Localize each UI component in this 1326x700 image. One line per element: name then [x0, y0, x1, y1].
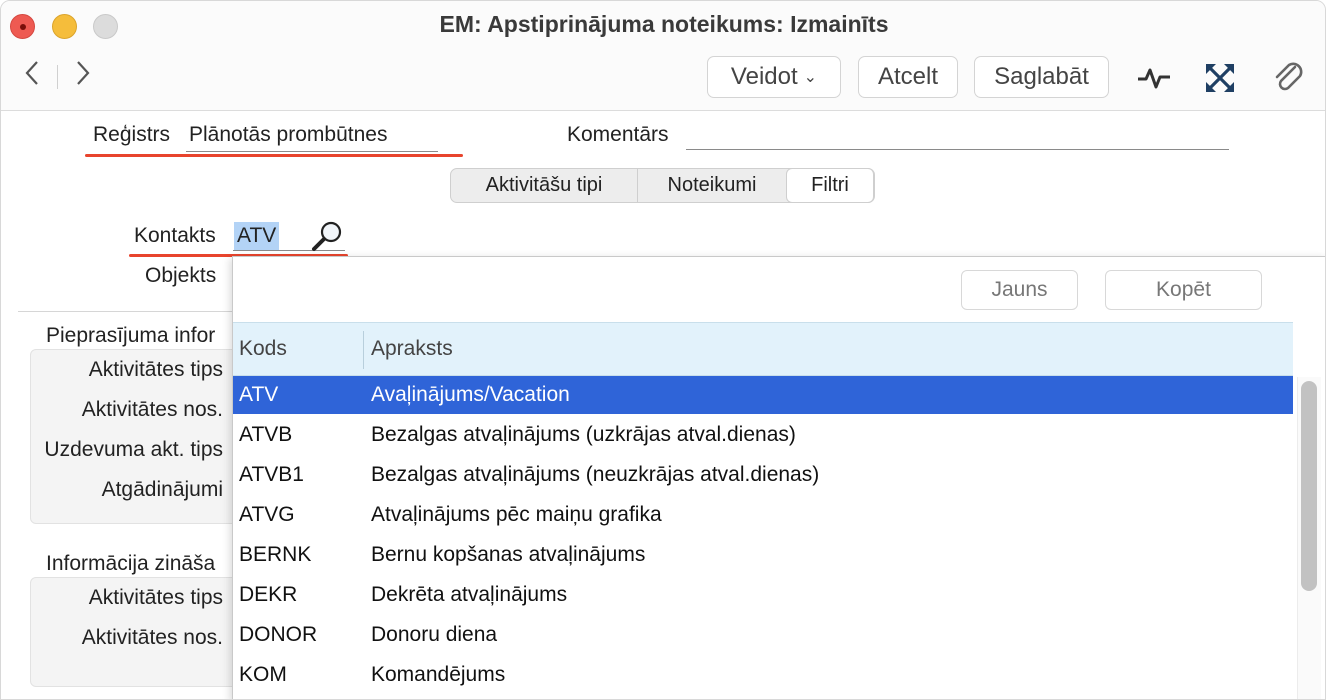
request-field-activity-name: Aktivitātes nos. — [81, 398, 223, 421]
scrollbar-thumb[interactable] — [1301, 381, 1317, 591]
row-code: ATVG — [239, 503, 295, 526]
comment-label: Komentārs — [567, 123, 669, 146]
register-highlight — [85, 154, 463, 157]
table-row[interactable]: ATVB Bezalgas atvaļinājums (uzkrājas atv… — [233, 416, 1293, 454]
request-field-reminders: Atgādinājumi — [101, 478, 223, 501]
row-code: DONOR — [239, 623, 318, 646]
contact-input[interactable]: ATV — [234, 222, 280, 250]
row-code: ATVB1 — [239, 463, 304, 486]
row-code: KOM — [239, 663, 287, 686]
nav-divider — [57, 65, 58, 89]
row-description: Komandējums — [371, 663, 506, 686]
forward-button[interactable] — [68, 59, 98, 93]
create-button[interactable]: Veidot ⌄ — [707, 56, 841, 98]
row-description: Bezalgas atvaļinājums (uzkrājas atval.di… — [371, 423, 796, 446]
register-value[interactable]: Plānotās prombūtnes — [189, 123, 387, 147]
new-button[interactable]: Jauns — [961, 270, 1078, 310]
table-row[interactable]: ATV Avaļinājums/Vacation — [233, 376, 1293, 414]
request-field-activity-type: Aktivitātes tips — [88, 358, 223, 381]
row-description: Bezalgas atvaļinājums (neuzkrājas atval.… — [371, 463, 820, 486]
search-icon[interactable] — [309, 219, 345, 253]
request-section-title: Pieprasījuma infor — [46, 324, 216, 347]
table-row[interactable]: DONOR Donoru diena — [233, 616, 1293, 654]
register-label: Reģistrs — [93, 123, 171, 146]
back-button[interactable] — [17, 59, 47, 93]
table-header: Kods Apraksts — [233, 322, 1293, 376]
info-section-title: Informācija zināša — [46, 552, 216, 575]
comment-underline — [686, 149, 1229, 150]
info-field-activity-name: Aktivitātes nos. — [81, 626, 223, 649]
chevron-down-icon: ⌄ — [803, 68, 818, 86]
copy-button[interactable]: Kopēt — [1105, 270, 1262, 310]
row-code: ATVB — [239, 423, 293, 446]
table-row[interactable]: ATVB1 Bezalgas atvaļinājums (neuzkrājas … — [233, 456, 1293, 494]
register-underline — [186, 151, 438, 152]
table-row[interactable]: KOM Komandējums — [233, 656, 1293, 694]
row-code: DEKR — [239, 583, 298, 606]
table-row[interactable]: DEKR Dekrēta atvaļinājums — [233, 576, 1293, 614]
table-row[interactable]: BERNK Bernu kopšanas atvaļinājums — [233, 536, 1293, 574]
column-header-description[interactable]: Apraksts — [371, 323, 453, 375]
lookup-popup: Jauns Kopēt Kods Apraksts ATV Avaļinājum… — [232, 256, 1325, 699]
comment-field[interactable] — [689, 123, 1229, 149]
fullscreen-icon[interactable] — [1201, 59, 1239, 97]
row-description: Avaļinājums/Vacation — [371, 383, 570, 406]
tab-bar: Aktivitāšu tipi Noteikumi Filtri — [450, 168, 875, 203]
toolbar: EM: Apstiprinājuma noteikums: Izmainīts … — [1, 1, 1325, 111]
window-title: EM: Apstiprinājuma noteikums: Izmainīts — [439, 11, 889, 37]
column-header-code[interactable]: Kods — [239, 323, 287, 375]
tab-activity-types[interactable]: Aktivitāšu tipi — [451, 169, 638, 202]
column-divider — [363, 331, 364, 369]
contact-label: Kontakts — [134, 224, 216, 247]
tab-filters[interactable]: Filtri — [786, 168, 874, 203]
chevron-left-icon — [25, 61, 38, 85]
info-field-activity-type: Aktivitātes tips — [88, 586, 223, 609]
app-window: EM: Apstiprinājuma noteikums: Izmainīts … — [0, 0, 1326, 700]
row-code: ATV — [239, 383, 279, 406]
request-field-task-activity-type: Uzdevuma akt. tips — [44, 438, 223, 461]
object-label: Objekts — [145, 264, 217, 287]
row-description: Donoru diena — [371, 623, 498, 646]
table-row[interactable]: ATVG Atvaļinājums pēc maiņu grafika — [233, 496, 1293, 534]
section-divider — [18, 311, 258, 312]
row-code: BERNK — [239, 543, 312, 566]
save-button[interactable]: Saglabāt — [974, 56, 1109, 98]
row-description: Atvaļinājums pēc maiņu grafika — [371, 503, 662, 526]
activity-pulse-icon[interactable] — [1135, 59, 1173, 97]
row-description: Dekrēta atvaļinājums — [371, 583, 568, 606]
row-description: Bernu kopšanas atvaļinājums — [371, 543, 646, 566]
tab-rules[interactable]: Noteikumi — [638, 169, 786, 202]
chevron-right-icon — [77, 61, 90, 85]
cancel-button[interactable]: Atcelt — [858, 56, 958, 98]
paperclip-icon[interactable] — [1269, 59, 1307, 97]
create-button-label: Veidot — [730, 63, 798, 90]
